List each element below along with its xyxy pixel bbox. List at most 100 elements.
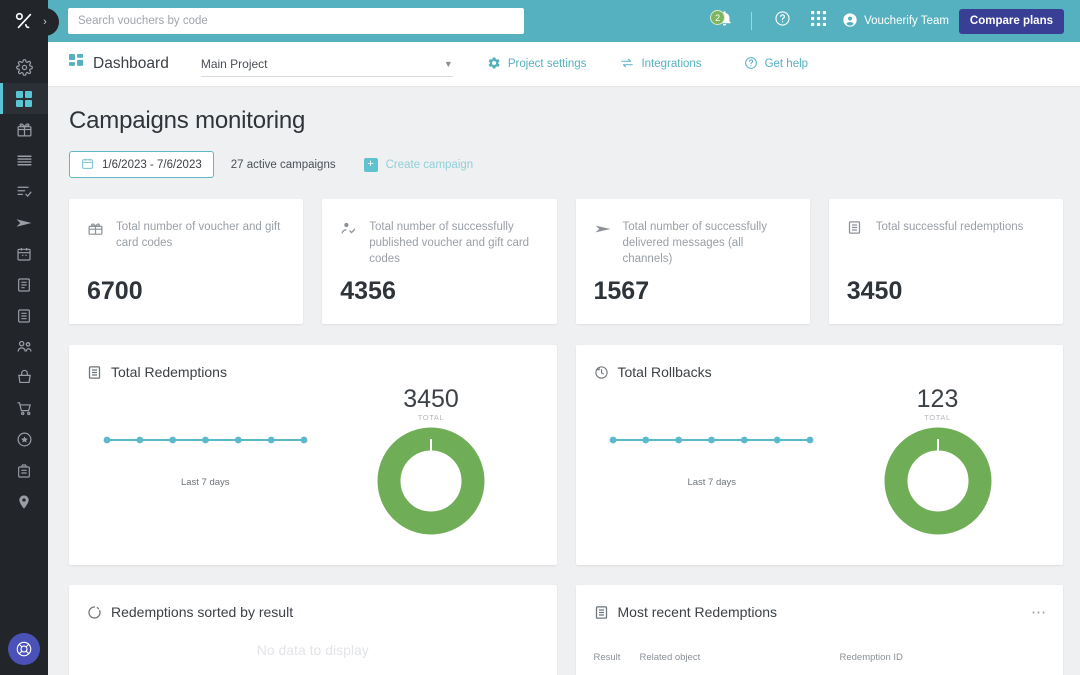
sidebar-item-logs[interactable] [0, 300, 48, 331]
kpi-header: Total number of successfully published v… [340, 219, 538, 267]
user-menu[interactable]: Voucherify Team [842, 12, 949, 31]
kpi-label: Total number of successfully published v… [369, 221, 530, 265]
card-title: Redemptions sorted by result [87, 604, 539, 620]
kpi-header: Total successful redemptions [847, 219, 1045, 240]
get-help-link[interactable]: Get help [744, 56, 808, 73]
sidebar-item-distributions[interactable] [0, 207, 48, 238]
sidebar-expand-toggle[interactable]: › [33, 10, 57, 34]
sidebar-support-avatar[interactable] [0, 633, 48, 665]
sparkline-total-redemptions: Last 7 days [87, 380, 324, 540]
chart-body: Last 7 days 123 TOTAL [594, 380, 1046, 540]
kpi-value: 1567 [593, 277, 650, 305]
project-settings-label: Project settings [507, 58, 587, 70]
apps-button[interactable] [805, 8, 831, 34]
grid-apps-icon [810, 11, 826, 31]
donut-total-label: TOTAL [417, 413, 445, 422]
map-pin-icon [16, 494, 32, 510]
create-campaign-button[interactable]: + Create campaign [363, 157, 474, 172]
sidebar-item-settings[interactable] [0, 52, 48, 83]
chart-body: Last 7 days 3450 TOTAL [87, 380, 539, 540]
donut-chart [884, 427, 992, 540]
bottom-cards-row: Redemptions sorted by result No data to … [69, 585, 1063, 675]
gift-box-icon [87, 219, 105, 251]
list-lines-icon [16, 152, 33, 169]
document-lines-icon [847, 219, 865, 240]
sidebar-item-calendar[interactable] [0, 238, 48, 269]
page-title: Campaigns monitoring [69, 107, 306, 134]
search-container [68, 8, 524, 34]
sidebar-item-validation-rules[interactable] [0, 176, 48, 207]
card-title: Total Redemptions [87, 364, 539, 380]
help-button[interactable] [769, 8, 795, 34]
column-header-redemption-id: Redemption ID [839, 652, 903, 663]
card-title-label: Total Rollbacks [617, 364, 712, 380]
account-circle-icon [842, 12, 858, 31]
document-lines-icon [16, 277, 32, 293]
kpi-label: Total successful redemptions [875, 221, 1024, 233]
plus-square-icon: + [363, 157, 378, 172]
sidebar-item-briefcase[interactable] [0, 455, 48, 486]
chevron-right-icon: › [43, 16, 47, 28]
card-total-redemptions: Total Redemptions Last 7 days 3450 TOTAL [69, 345, 557, 565]
help-circle-icon [744, 56, 758, 73]
dashboard-grid-icon [16, 90, 32, 107]
project-selector[interactable]: Main Project ▼ [200, 51, 453, 77]
breadcrumb: Dashboard [69, 54, 169, 74]
card-total-rollbacks: Total Rollbacks Last 7 days 123 TOTAL [575, 345, 1063, 565]
calendar-icon [81, 157, 94, 173]
kpi-header: Total number of voucher and gift card co… [87, 219, 285, 251]
header-divider [751, 12, 753, 30]
paper-plane-icon [15, 214, 33, 232]
gift-box-icon [16, 121, 33, 138]
rollback-clock-icon [594, 365, 609, 380]
calendar-icon [16, 246, 32, 262]
date-range-picker[interactable]: 1/6/2023 - 7/6/2023 [69, 151, 214, 178]
lifebuoy-icon [8, 633, 40, 665]
column-header-related-object: Related object [639, 652, 701, 663]
sidebar-item-loyalty[interactable] [0, 424, 48, 455]
document-lines-icon [594, 605, 609, 620]
top-header: 2 Voucherify Team [48, 0, 1080, 42]
chart-cards-row: Total Redemptions Last 7 days 3450 TOTAL… [69, 345, 1063, 565]
document-lines-alt-icon [16, 308, 32, 324]
sidebar-item-orders[interactable] [0, 393, 48, 424]
card-title-label: Total Redemptions [111, 364, 227, 380]
document-lines-icon [87, 365, 102, 380]
kpi-label: Total number of successfully delivered m… [622, 221, 767, 265]
integrations-label: Integrations [641, 58, 702, 70]
card-title-label: Redemptions sorted by result [111, 604, 294, 620]
project-settings-link[interactable]: Project settings [487, 56, 587, 73]
card-title: Total Rollbacks [594, 364, 1046, 380]
kpi-value: 4356 [340, 277, 396, 305]
sidebar-item-campaigns[interactable] [0, 114, 48, 145]
person-check-icon [340, 219, 358, 267]
kpi-card-delivered-messages: Total number of successfully delivered m… [575, 199, 810, 324]
notifications-button[interactable]: 2 [709, 7, 739, 35]
briefcase-icon [16, 463, 32, 479]
donut-svg [884, 427, 991, 535]
sidebar-item-reports[interactable] [0, 269, 48, 300]
date-range-value: 1/6/2023 - 7/6/2023 [102, 158, 202, 171]
column-header-result: Result [593, 652, 621, 663]
donut-total-label: TOTAL [924, 413, 951, 422]
create-campaign-label: Create campaign [385, 158, 474, 171]
card-most-recent-redemptions: Most recent Redemptions ⋯ Result Related… [575, 585, 1063, 675]
sidebar-items [0, 52, 48, 517]
sidebar-item-products[interactable] [0, 362, 48, 393]
page-toolbar: 1/6/2023 - 7/6/2023 27 active campaigns … [69, 151, 1080, 178]
card-redemptions-by-result: Redemptions sorted by result No data to … [69, 585, 557, 675]
sidebar-item-dashboard[interactable] [0, 83, 48, 114]
sidebar-item-vouchers[interactable] [0, 145, 48, 176]
kpi-value: 3450 [846, 277, 903, 305]
compare-plans-button[interactable]: Compare plans [958, 8, 1064, 34]
table-header-row: Result Related object Redemption ID [594, 652, 1046, 663]
search-input[interactable] [68, 8, 524, 34]
integrations-link[interactable]: Integrations [620, 56, 702, 73]
sidebar-item-customers[interactable] [0, 331, 48, 362]
gear-icon [487, 56, 501, 73]
empty-state-message: No data to display [256, 642, 369, 658]
active-campaigns-count: 27 active campaigns [230, 158, 336, 171]
kpi-header: Total number of successfully delivered m… [594, 219, 792, 267]
more-horizontal-icon[interactable]: ⋯ [1031, 605, 1047, 620]
sidebar-item-locations[interactable] [0, 486, 48, 517]
